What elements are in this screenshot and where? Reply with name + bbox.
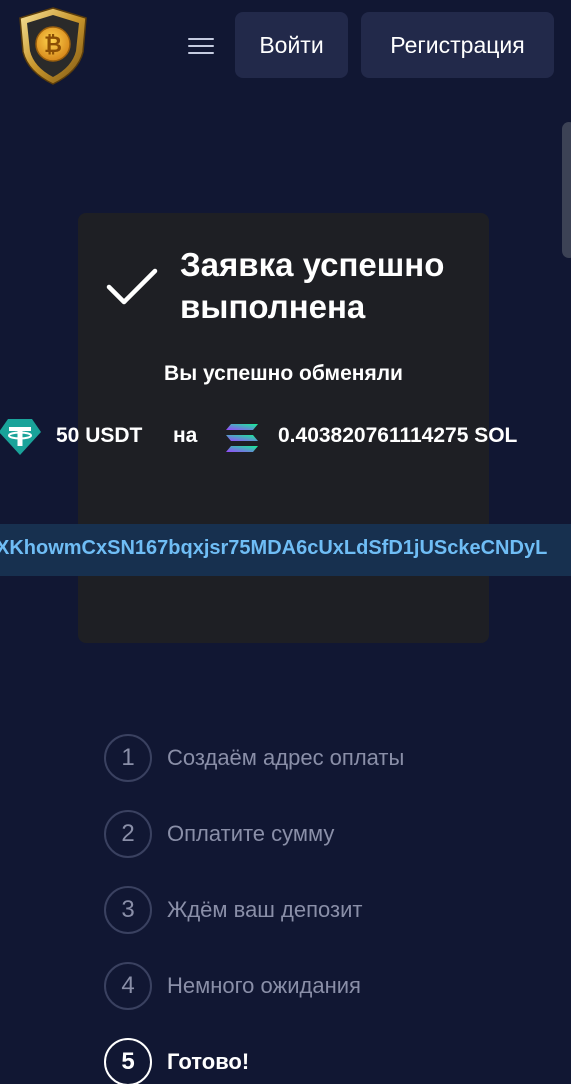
tether-usdt-icon [0, 419, 41, 455]
to-amount: 0.403820761114275 SOL [278, 424, 518, 447]
step-number-badge: 5 [104, 1038, 152, 1084]
success-subtitle: Вы успешно обменяли [164, 362, 403, 385]
step-item-1: 1 Создаём адрес оплаты [104, 720, 544, 796]
svg-text:₿: ₿ [44, 33, 62, 58]
login-button[interactable]: Войти [235, 12, 348, 78]
register-button[interactable]: Регистрация [361, 12, 554, 78]
step-number-badge: 2 [104, 810, 152, 858]
step-label: Оплатите сумму [167, 821, 335, 846]
hamburger-menu-icon[interactable] [184, 30, 218, 62]
step-label: Немного ожидания [167, 973, 361, 998]
checkmark-icon [106, 268, 158, 305]
step-number-badge: 3 [104, 886, 152, 934]
solana-sol-icon [226, 424, 258, 452]
connector-label: на [173, 424, 198, 447]
success-title: Заявка успешно выполнена [180, 246, 445, 325]
step-item-4: 4 Немного ожидания [104, 948, 544, 1024]
wallet-address-bar[interactable]: XKhowmCxSN167bqxjsr75MDA6cUxLdSfD1jUScke… [0, 524, 571, 576]
step-label: Ждём ваш депозит [167, 897, 363, 922]
from-amount: 50 USDT [56, 424, 143, 447]
step-label: Создаём адрес оплаты [167, 745, 405, 770]
step-label: Готово! [167, 1049, 250, 1074]
exchange-result-page: ₿ Войти Регистрация Заявка успешно выпол… [0, 0, 571, 1084]
step-item-5: 5 Готово! [104, 1024, 544, 1084]
progress-steps: 1 Создаём адрес оплаты 2 Оплатите сумму 3 Ждё… [104, 720, 544, 1084]
scrollbar[interactable] [562, 122, 571, 258]
step-number-badge: 1 [104, 734, 152, 782]
exchange-summary: 50 USDT на 0.403820761114275 SOL [0, 416, 571, 460]
step-item-2: 2 Оплатите сумму [104, 796, 544, 872]
step-number-badge: 4 [104, 962, 152, 1010]
wallet-address[interactable]: XKhowmCxSN167bqxjsr75MDA6cUxLdSfD1jUScke… [0, 537, 547, 560]
bitcoin-shield-logo-icon[interactable]: ₿ [16, 6, 90, 86]
site-header: ₿ Войти Регистрация [0, 0, 571, 90]
step-item-3: 3 Ждём ваш депозит [104, 872, 544, 948]
